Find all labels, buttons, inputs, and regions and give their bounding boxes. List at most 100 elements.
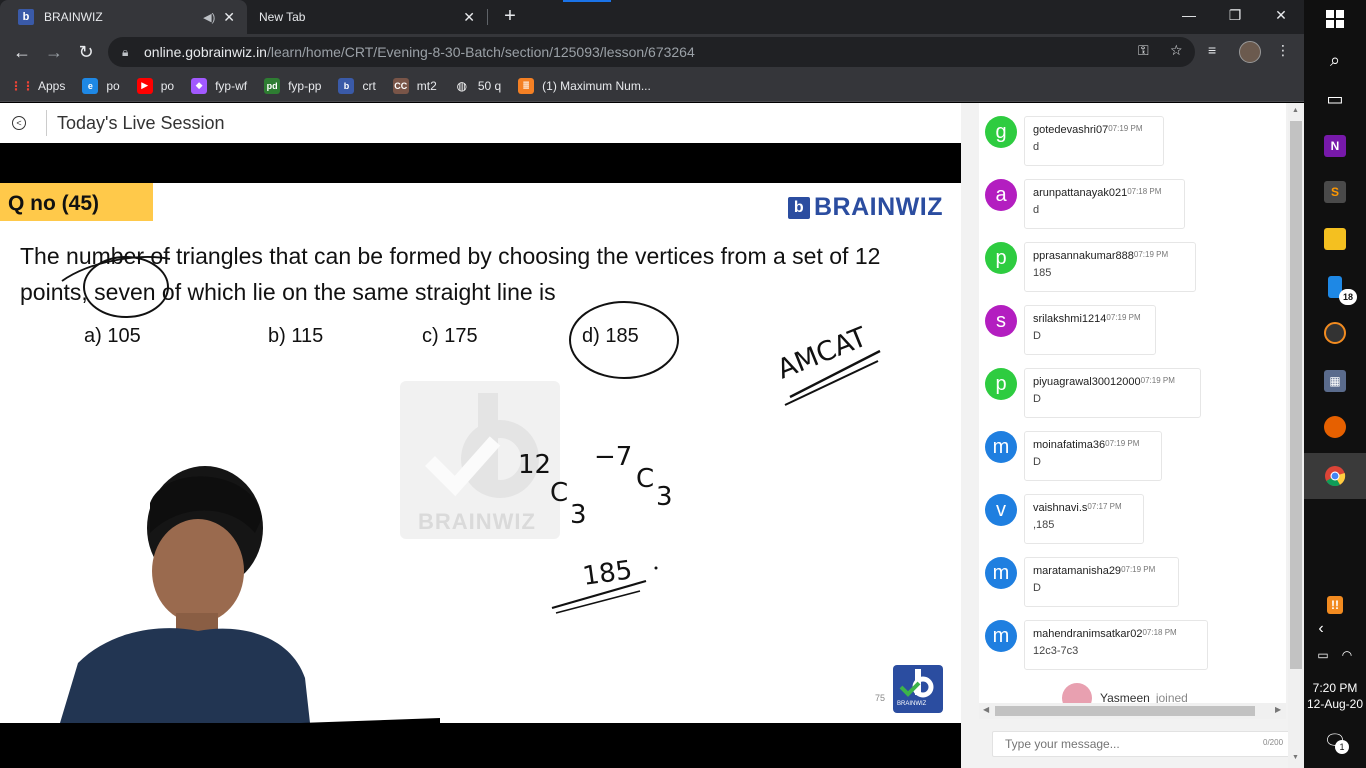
tab-new-tab[interactable]: New Tab ✕ xyxy=(247,0,487,34)
corner-logo-text: BRAINWIZ xyxy=(897,701,927,707)
slide-page-number: 75 xyxy=(875,693,886,703)
system-clock[interactable]: 7:20 PM 12-Aug-20 xyxy=(1304,680,1366,712)
wifi-icon[interactable]: ◠ xyxy=(1330,638,1364,672)
chrome-icon[interactable] xyxy=(1318,459,1352,493)
lecture-slide: Q no (45) b BRAINWIZ The number of trian… xyxy=(0,183,961,723)
ink-underline-amcat-2 xyxy=(784,360,879,406)
bookmark-label: Apps xyxy=(38,78,66,93)
live-video[interactable]: Q no (45) b BRAINWIZ The number of trian… xyxy=(0,143,961,768)
reload-icon[interactable]: ↻ xyxy=(72,38,100,66)
session-title: Today's Live Session xyxy=(57,112,225,133)
restore-icon[interactable]: ❐ xyxy=(1212,0,1258,30)
presenter-video xyxy=(60,466,440,723)
forward-arrow-icon[interactable]: → xyxy=(40,38,68,66)
new-tab-plus-icon[interactable]: + xyxy=(498,4,522,28)
bookmark-label: (1) Maximum Num... xyxy=(542,78,651,93)
bookmark-favicon-icon: ◍ xyxy=(456,78,468,93)
chat-vertical-scrollbar[interactable]: ▲ ▼ xyxy=(1288,103,1304,768)
message-username: gotedevashri0707:19 PM xyxy=(1033,124,1153,136)
bookmark-1[interactable]: e po xyxy=(82,77,120,94)
chat-message-input[interactable] xyxy=(992,731,1290,757)
chat-message: m mahendranimsatkar0207:18 PM 12c3-7c3 xyxy=(985,620,1285,678)
chat-message: m moinafatima3607:19 PM D xyxy=(985,431,1285,489)
windows-start-icon[interactable] xyxy=(1318,2,1352,36)
bookmark-8[interactable]: ≣ (1) Maximum Num... xyxy=(518,77,651,94)
message-bubble: gotedevashri0707:19 PM d xyxy=(1024,116,1164,166)
bookmark-4[interactable]: pd fyp-pp xyxy=(264,77,321,94)
message-time: 07:19 PM xyxy=(1105,439,1140,448)
tab-title: New Tab xyxy=(259,10,306,24)
scroll-left-arrow-icon[interactable]: ◀ xyxy=(983,705,989,714)
username-text: pprasannakumar888 xyxy=(1033,250,1134,262)
close-tab-icon[interactable]: ✕ xyxy=(223,9,235,26)
joined-user-name: Yasmeen xyxy=(1100,691,1150,703)
url-host: online.gobrainwiz.in xyxy=(144,44,267,60)
message-time: 07:18 PM xyxy=(1142,628,1177,637)
message-username: mahendranimsatkar0207:18 PM xyxy=(1033,628,1197,640)
bookmark-label: po xyxy=(160,78,175,93)
brainwiz-favicon-icon: b xyxy=(18,9,34,25)
chat-messages[interactable]: Yasmeen joined g gotedevashri0707:19 PM d a… xyxy=(979,103,1286,703)
scroll-thumb[interactable] xyxy=(995,706,1255,716)
url-path: /learn/home/CRT/Evening-8-30-Batch/secti… xyxy=(266,44,695,60)
message-text: 12c3-7c3 xyxy=(1033,645,1079,657)
bookmark-7[interactable]: ◍ 50 q xyxy=(454,78,502,94)
scroll-up-arrow-icon[interactable]: ▲ xyxy=(1292,107,1299,114)
calculator-icon[interactable]: ▦ xyxy=(1318,364,1352,398)
speaker-icon[interactable]: ◀) xyxy=(203,11,215,24)
bookmark-5[interactable]: b crt xyxy=(338,77,376,94)
key-icon[interactable]: ⚿ xyxy=(1138,42,1149,59)
bookmark-3[interactable]: ◆ fyp-wf xyxy=(191,77,248,94)
message-username: moinafatima3607:19 PM xyxy=(1033,439,1151,451)
bookmark-0[interactable]: ⋮⋮ Apps xyxy=(10,78,66,94)
message-text: D xyxy=(1033,330,1041,342)
user-avatar: m xyxy=(985,557,1017,589)
message-text: ,185 xyxy=(1033,519,1055,531)
message-text: D xyxy=(1033,456,1041,468)
user-avatar: a xyxy=(985,179,1017,211)
task-view-icon[interactable]: ▭ xyxy=(1318,82,1352,116)
username-text: vaishnavi.s xyxy=(1033,502,1088,514)
chat-message: a arunpattanayak02107:18 PM d xyxy=(985,179,1285,237)
question-text: The number of triangles that can be form… xyxy=(20,243,881,305)
bookmark-2[interactable]: ▶ po xyxy=(136,77,175,94)
bookmark-favicon-icon: ≣ xyxy=(518,77,535,94)
session-header: < Today's Live Session xyxy=(0,103,961,143)
back-arrow-icon[interactable]: ← xyxy=(8,38,36,66)
close-tab-icon[interactable]: ✕ xyxy=(463,9,475,26)
browser-toolbar: ← → ↻ 🔒︎ online.gobrainwiz.in/learn/home… xyxy=(0,34,1304,70)
search-icon[interactable]: ⌕ xyxy=(1318,43,1352,77)
username-text: srilakshmi1214 xyxy=(1033,313,1107,325)
user-avatar: v xyxy=(985,494,1017,526)
media-queue-icon[interactable]: ≡ xyxy=(1208,42,1216,58)
bookmark-label: 50 q xyxy=(477,78,502,93)
menu-dots-icon[interactable]: ⋮ xyxy=(1276,42,1290,59)
tab-strip: b BRAINWIZ ◀) ✕ New Tab ✕ + — ❐ ✕ xyxy=(0,0,1304,34)
onenote-icon[interactable]: N xyxy=(1318,129,1352,163)
minimize-icon[interactable]: — xyxy=(1166,0,1212,30)
bookmark-label: fyp-wf xyxy=(215,78,248,93)
chat-horizontal-scrollbar[interactable]: ◀ ▶ xyxy=(979,703,1286,719)
message-text: D xyxy=(1033,393,1041,405)
profile-avatar[interactable] xyxy=(1239,41,1261,63)
message-time: 07:19 PM xyxy=(1106,313,1141,322)
file-explorer-icon[interactable] xyxy=(1318,222,1352,256)
bookmark-star-icon[interactable]: ☆ xyxy=(1170,42,1183,59)
groove-music-icon[interactable] xyxy=(1318,316,1352,350)
option-a: a) 105 xyxy=(84,325,141,347)
scroll-thumb[interactable] xyxy=(1290,121,1302,669)
ink-underline-185-2 xyxy=(555,590,641,614)
scroll-right-arrow-icon[interactable]: ▶ xyxy=(1275,705,1281,714)
back-circle-icon[interactable]: < xyxy=(12,116,26,130)
bookmark-6[interactable]: CC mt2 xyxy=(392,77,437,94)
scroll-down-arrow-icon[interactable]: ▼ xyxy=(1292,754,1299,761)
lock-icon[interactable]: 🔒︎ xyxy=(122,45,136,60)
app-badge-count: 18 xyxy=(1339,289,1357,305)
sublime-text-icon[interactable]: S xyxy=(1318,175,1352,209)
chat-message: m maratamanisha2907:19 PM D xyxy=(985,557,1285,615)
firefox-icon[interactable] xyxy=(1318,410,1352,444)
message-time: 07:19 PM xyxy=(1108,124,1143,133)
close-window-icon[interactable]: ✕ xyxy=(1258,0,1304,30)
address-bar[interactable]: 🔒︎ online.gobrainwiz.in/learn/home/CRT/E… xyxy=(108,37,1195,67)
tab-brainwiz[interactable]: b BRAINWIZ ◀) ✕ xyxy=(0,0,247,34)
